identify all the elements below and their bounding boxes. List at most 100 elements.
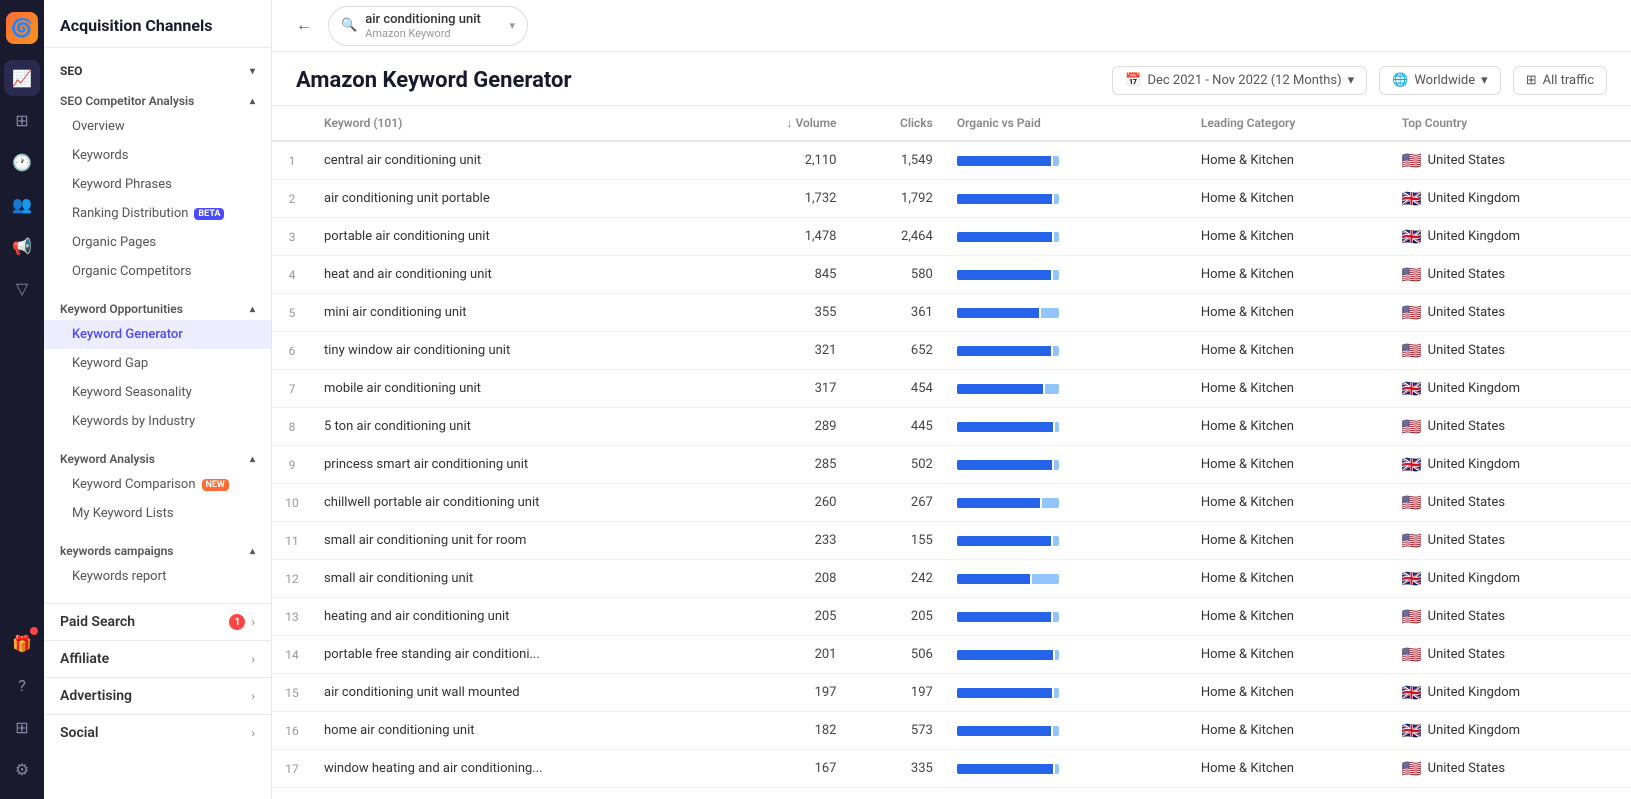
keywords-campaigns-label: keywords campaigns xyxy=(60,544,173,558)
cell-clicks: 242 xyxy=(848,560,944,598)
bar-paid xyxy=(1041,308,1059,318)
nav-icon-settings[interactable]: ⚙ xyxy=(4,751,40,787)
nav-sidebar: Acquisition Channels SEO ▾ SEO Competito… xyxy=(44,0,272,799)
cell-category: Home & Kitchen xyxy=(1189,332,1390,370)
nav-icon-analytics[interactable]: 📈 xyxy=(4,60,40,96)
cell-category: Home & Kitchen xyxy=(1189,484,1390,522)
cell-num: 1 xyxy=(272,141,312,180)
country-name: United Kingdom xyxy=(1428,229,1520,244)
col-leading-category[interactable]: Leading Category xyxy=(1189,106,1390,141)
sidebar-item-keyword-gap[interactable]: Keyword Gap xyxy=(44,349,271,378)
country-flag: 🇺🇸 xyxy=(1402,759,1422,778)
location-filter-label: Worldwide xyxy=(1414,73,1475,88)
col-volume[interactable]: ↓ Volume xyxy=(723,106,848,141)
cell-num: 7 xyxy=(272,370,312,408)
back-button[interactable]: ← xyxy=(292,13,316,39)
cell-country: 🇬🇧 United Kingdom xyxy=(1390,560,1631,598)
bar-organic xyxy=(957,422,1053,432)
sidebar-item-keywords-report[interactable]: Keywords report xyxy=(44,562,271,591)
country-flag: 🇬🇧 xyxy=(1402,721,1422,740)
cell-volume: 201 xyxy=(723,636,848,674)
cell-keyword: portable free standing air conditioni... xyxy=(312,636,723,674)
sidebar-item-organic-pages[interactable]: Organic Pages xyxy=(44,228,271,257)
col-clicks[interactable]: Clicks xyxy=(848,106,944,141)
nav-icon-gift[interactable]: 🎁 xyxy=(4,625,40,661)
bar-paid xyxy=(1032,574,1059,584)
seo-header[interactable]: SEO ▾ xyxy=(44,56,271,82)
cell-clicks: 1,549 xyxy=(848,141,944,180)
nav-icon-dashboard[interactable]: ⊞ xyxy=(4,102,40,138)
bar-paid xyxy=(1054,460,1059,470)
keyword-analysis-header[interactable]: Keyword Analysis ▴ xyxy=(44,444,271,470)
cell-clicks: 197 xyxy=(848,674,944,712)
search-icon: 🔍 xyxy=(341,18,357,33)
table-row: 16 home air conditioning unit 182 573 Ho… xyxy=(272,712,1631,750)
sidebar-item-keyword-comparison[interactable]: Keyword Comparison NEW xyxy=(44,470,271,499)
country-flag: 🇬🇧 xyxy=(1402,683,1422,702)
cell-country: 🇺🇸 United States xyxy=(1390,408,1631,446)
sidebar-item-ranking-distribution[interactable]: Ranking Distribution BETA xyxy=(44,199,271,228)
cell-clicks: 573 xyxy=(848,712,944,750)
country-name: United States xyxy=(1428,267,1505,282)
col-top-country[interactable]: Top Country xyxy=(1390,106,1631,141)
cell-clicks: 502 xyxy=(848,446,944,484)
cell-country: 🇺🇸 United States xyxy=(1390,522,1631,560)
bar-organic xyxy=(957,688,1052,698)
sidebar-item-keyword-seasonality[interactable]: Keyword Seasonality xyxy=(44,378,271,407)
sidebar-item-organic-competitors[interactable]: Organic Competitors xyxy=(44,257,271,286)
country-flag: 🇬🇧 xyxy=(1402,569,1422,588)
seo-competitor-chevron-icon: ▴ xyxy=(250,96,255,107)
cell-category: Home & Kitchen xyxy=(1189,636,1390,674)
traffic-filter-button[interactable]: ⊞ All traffic xyxy=(1513,66,1607,95)
sidebar-item-keywords-by-industry[interactable]: Keywords by Industry xyxy=(44,407,271,436)
cell-country: 🇬🇧 United Kingdom xyxy=(1390,674,1631,712)
cell-clicks: 361 xyxy=(848,294,944,332)
cell-country: 🇺🇸 United States xyxy=(1390,598,1631,636)
seo-competitor-header[interactable]: SEO Competitor Analysis ▴ xyxy=(44,86,271,112)
nav-icon-clock[interactable]: 🕐 xyxy=(4,144,40,180)
cell-keyword: central air conditioning unit xyxy=(312,141,723,180)
nav-icon-megaphone[interactable]: 📢 xyxy=(4,228,40,264)
country-flag: 🇺🇸 xyxy=(1402,607,1422,626)
sidebar-item-keywords[interactable]: Keywords xyxy=(44,141,271,170)
search-pill[interactable]: 🔍 air conditioning unit Amazon Keyword ▾ xyxy=(328,6,528,46)
keyword-opportunities-header[interactable]: Keyword Opportunities ▴ xyxy=(44,294,271,320)
nav-icon-filter[interactable]: ▽ xyxy=(4,270,40,306)
date-filter-chevron-icon: ▾ xyxy=(1348,73,1355,88)
sidebar-main-social[interactable]: Social › xyxy=(44,714,271,751)
cell-keyword: 5 ton air conditioning unit xyxy=(312,408,723,446)
nav-icon-grid[interactable]: ⊞ xyxy=(4,709,40,745)
country-name: United States xyxy=(1428,153,1505,168)
keyword-analysis-chevron-icon: ▴ xyxy=(250,454,255,465)
cell-country: 🇺🇸 United States xyxy=(1390,332,1631,370)
bar-organic xyxy=(957,764,1053,774)
cell-country: 🇺🇸 United States xyxy=(1390,636,1631,674)
country-flag: 🇺🇸 xyxy=(1402,341,1422,360)
cell-category: Home & Kitchen xyxy=(1189,598,1390,636)
sidebar-item-overview[interactable]: Overview xyxy=(44,112,271,141)
new-badge: NEW xyxy=(202,479,229,491)
nav-icon-question[interactable]: ? xyxy=(4,667,40,703)
cell-clicks: 335 xyxy=(848,750,944,788)
cell-category: Home & Kitchen xyxy=(1189,712,1390,750)
bar-organic xyxy=(957,574,1030,584)
sidebar-main-paid-search[interactable]: Paid Search 1 › xyxy=(44,603,271,640)
sidebar-item-my-keyword-lists[interactable]: My Keyword Lists xyxy=(44,499,271,528)
date-filter-label: Dec 2021 - Nov 2022 (12 Months) xyxy=(1147,73,1341,88)
app-logo: 🌀 xyxy=(6,12,38,44)
sidebar-main-affiliate[interactable]: Affiliate › xyxy=(44,640,271,677)
keywords-campaigns-header[interactable]: keywords campaigns ▴ xyxy=(44,536,271,562)
nav-icon-people[interactable]: 👥 xyxy=(4,186,40,222)
sidebar-main-advertising[interactable]: Advertising › xyxy=(44,677,271,714)
keyword-analysis-section: Keyword Analysis ▴ Keyword Comparison NE… xyxy=(44,440,271,532)
cell-volume: 845 xyxy=(723,256,848,294)
cell-category: Home & Kitchen xyxy=(1189,674,1390,712)
location-filter-button[interactable]: 🌐 Worldwide ▾ xyxy=(1379,66,1501,95)
col-keyword[interactable]: Keyword (101) xyxy=(312,106,723,141)
date-filter-button[interactable]: 📅 Dec 2021 - Nov 2022 (12 Months) ▾ xyxy=(1112,66,1367,95)
traffic-filter-label: All traffic xyxy=(1543,73,1594,88)
sidebar-item-keyword-generator[interactable]: Keyword Generator xyxy=(44,320,271,349)
cell-category: Home & Kitchen xyxy=(1189,560,1390,598)
cell-country: 🇺🇸 United States xyxy=(1390,294,1631,332)
sidebar-item-keyword-phrases[interactable]: Keyword Phrases xyxy=(44,170,271,199)
